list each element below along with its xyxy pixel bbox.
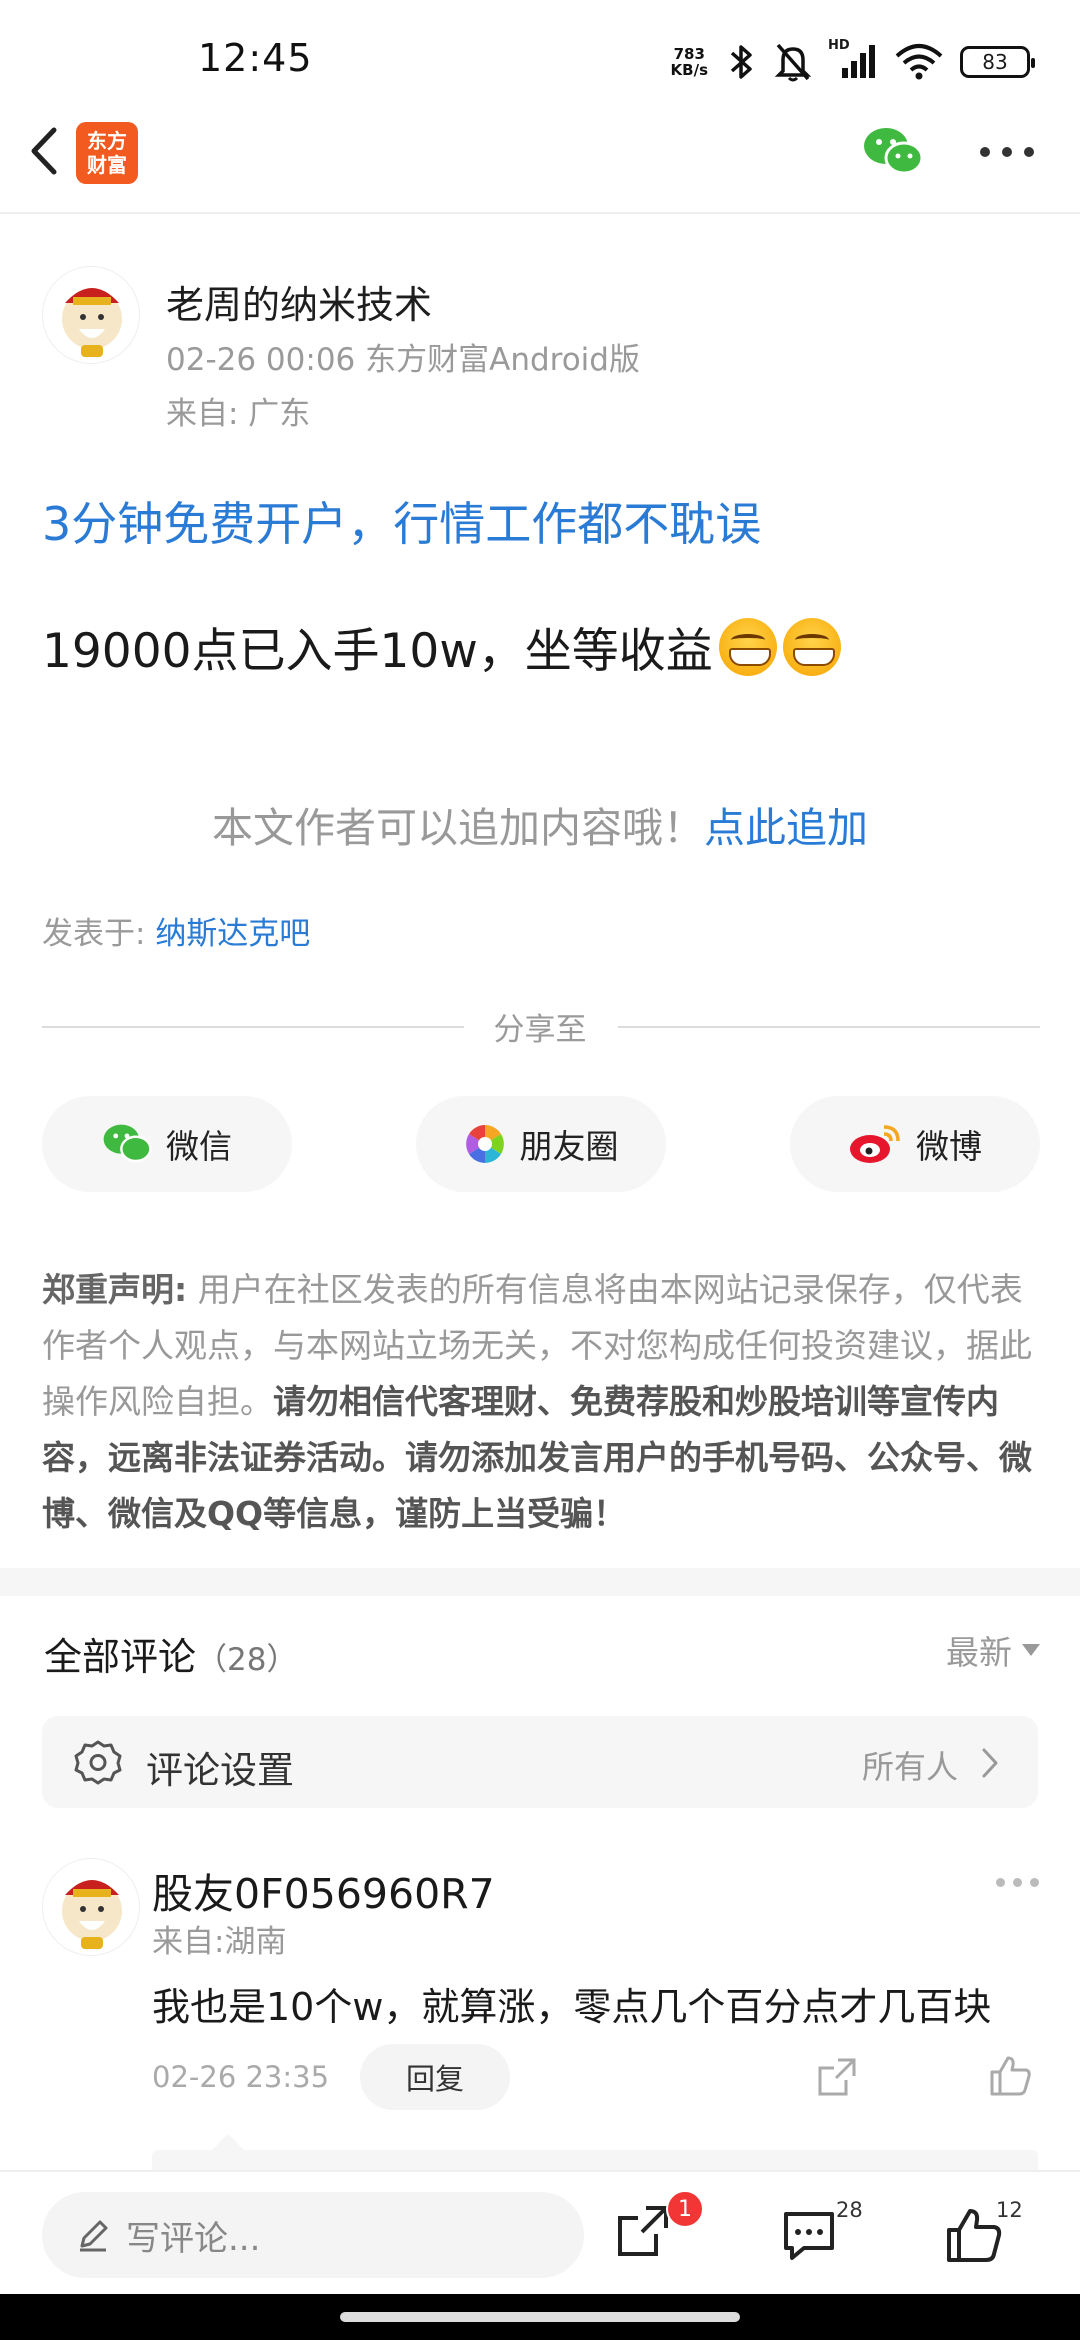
mute-bell-icon bbox=[774, 43, 812, 82]
divider bbox=[618, 1026, 1040, 1028]
home-indicator[interactable] bbox=[340, 2312, 740, 2322]
author-name[interactable]: 老周的纳米技术 bbox=[166, 274, 432, 329]
commenter-name[interactable]: 股友0F056960R7 bbox=[152, 1860, 495, 1920]
grin-emoji-icon bbox=[718, 617, 777, 676]
author-avatar[interactable] bbox=[42, 266, 140, 364]
section-separator bbox=[0, 1568, 1080, 1596]
more-options-button[interactable] bbox=[980, 140, 1036, 164]
append-tip: 本文作者可以追加内容哦！点此追加 bbox=[212, 804, 868, 852]
share-icon[interactable] bbox=[816, 2056, 858, 2098]
post-meta: 02-26 00:06 东方财富Android版 bbox=[166, 342, 640, 378]
posted-in: 发表于: 纳斯达克吧 bbox=[42, 916, 311, 952]
caret-down-icon bbox=[1022, 1644, 1040, 1656]
share-wechat-button[interactable]: 微信 bbox=[42, 1096, 292, 1192]
thumbs-up-icon[interactable] bbox=[988, 2054, 1032, 2098]
chevron-right-icon bbox=[982, 1748, 998, 1778]
status-bar: 12:45 783 KB/s HD 83 bbox=[0, 0, 1080, 120]
status-icons: 783 KB/s HD 83 bbox=[670, 38, 1035, 86]
reply-preview-notch bbox=[212, 2134, 244, 2150]
comment-time: 02-26 23:35 bbox=[152, 2060, 330, 2094]
post-body: 19000点已入手10w，坐等收益 bbox=[42, 612, 841, 681]
sort-dropdown[interactable]: 最新 bbox=[946, 1626, 1040, 1674]
wifi-icon bbox=[895, 44, 943, 80]
comment-count: 28 bbox=[836, 2198, 863, 2222]
append-link[interactable]: 点此追加 bbox=[704, 804, 868, 852]
write-comment-input[interactable]: 写评论... bbox=[42, 2192, 584, 2278]
forum-link[interactable]: 纳斯达克吧 bbox=[155, 916, 310, 952]
comments-title: 全部评论（28） bbox=[44, 1635, 298, 1679]
share-badge: 1 bbox=[666, 2190, 704, 2228]
reply-button[interactable]: 回复 bbox=[360, 2044, 510, 2110]
open-account-link[interactable]: 3分钟免费开户，行情工作都不耽误 bbox=[42, 488, 761, 554]
comment-more-button[interactable] bbox=[996, 1878, 1039, 1887]
thumbs-up-icon[interactable] bbox=[944, 2206, 1002, 2264]
like-count: 12 bbox=[996, 2198, 1023, 2222]
share-weibo-button[interactable]: 微博 bbox=[790, 1096, 1040, 1192]
commenter-avatar[interactable] bbox=[42, 1858, 140, 1956]
share-icon[interactable] bbox=[614, 2202, 672, 2260]
comment-text: 我也是10个w，就算涨，零点几个百分点才几百块 bbox=[152, 1985, 992, 2029]
battery-indicator: 83 bbox=[960, 46, 1035, 78]
status-time: 12:45 bbox=[198, 36, 313, 80]
wechat-share-icon[interactable] bbox=[862, 126, 924, 178]
share-moments-button[interactable]: 朋友圈 bbox=[416, 1096, 666, 1192]
bluetooth-icon bbox=[730, 45, 752, 79]
post-location: 来自: 广东 bbox=[166, 396, 311, 432]
gear-icon bbox=[74, 1740, 122, 1785]
comment-settings-row[interactable]: 评论设置 所有人 bbox=[42, 1716, 1038, 1808]
comments-count: （28） bbox=[196, 1642, 298, 1678]
net-speed: 783 KB/s bbox=[670, 45, 708, 79]
brand-logo[interactable]: 东方 财富 bbox=[76, 122, 138, 184]
pencil-icon bbox=[80, 2220, 108, 2252]
comment-settings-value: 所有人 bbox=[861, 1748, 958, 1786]
comment-settings-label: 评论设置 bbox=[146, 1749, 294, 1792]
disclaimer: 郑重声明: 用户在社区发表的所有信息将由本网站记录保存，仅代表作者个人观点，与本… bbox=[42, 1270, 1032, 1533]
grin-emoji-icon bbox=[782, 617, 841, 676]
wechat-icon bbox=[103, 1124, 152, 1163]
weibo-icon bbox=[850, 1125, 900, 1163]
signal-icon: HD bbox=[828, 38, 878, 82]
back-button[interactable] bbox=[20, 118, 70, 184]
commenter-location: 来自:湖南 bbox=[152, 1924, 287, 1960]
comment-icon[interactable] bbox=[780, 2206, 838, 2264]
reply-preview bbox=[152, 2150, 1038, 2170]
moments-icon bbox=[465, 1125, 504, 1163]
